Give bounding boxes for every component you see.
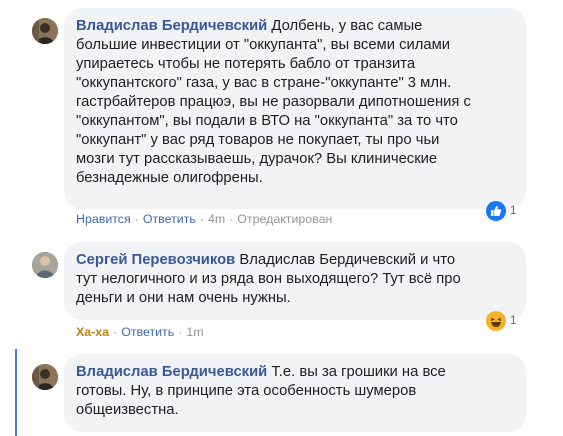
comment-actions: Нравится · Ответить · 4m · Отредактирован xyxy=(76,212,332,226)
comment-bubble: Сергей Перевозчиков Владислав Бердичевск… xyxy=(64,242,526,320)
comment: Владислав Бердичевский Т.е. вы за грошик… xyxy=(0,352,563,436)
comment-author[interactable]: Владислав Бердичевский xyxy=(76,18,267,34)
comment-text-line: готовы. Ну, в принципе эта особенность ш… xyxy=(76,383,417,399)
avatar[interactable] xyxy=(32,252,58,278)
haha-reaction-link[interactable]: Ха-ха xyxy=(76,325,109,339)
haha-icon xyxy=(486,311,506,331)
reaction-count[interactable]: 1 xyxy=(486,200,516,222)
comment-text-line: "оккупантского" газа, у вас в стране-"ок… xyxy=(76,75,452,91)
reaction-count[interactable]: 1 xyxy=(486,310,516,332)
comment-text-line: общеизвестна. xyxy=(76,402,179,418)
comment-bubble: Владислав Бердичевский Т.е. вы за грошик… xyxy=(64,354,526,432)
comment-text-line: безнадежные олигофрены. xyxy=(76,170,263,186)
comment-bubble: Владислав Бердичевский Долбень, у вас са… xyxy=(64,8,526,209)
avatar[interactable] xyxy=(32,364,58,390)
comment-text-line: "оккупант" у вас ряд товаров не покупает… xyxy=(76,132,440,148)
comment-text-line: "оккупантом", вы подали в ВТО на "оккупа… xyxy=(76,113,458,129)
reply-link[interactable]: Ответить xyxy=(143,212,196,226)
avatar[interactable] xyxy=(32,18,58,44)
comment-text-line: тут нелогичного и из ряда вон выходящего… xyxy=(76,271,461,287)
comment: Владислав Бердичевский Долбень, у вас са… xyxy=(0,0,563,232)
comment-actions: Ха-ха · Ответить · 1m xyxy=(76,325,204,339)
separator: · xyxy=(134,212,139,226)
comment-author[interactable]: Владислав Бердичевский xyxy=(76,364,267,380)
edited-label[interactable]: Отредактирован xyxy=(237,212,332,226)
timestamp[interactable]: 4m xyxy=(208,212,225,226)
comment: Сергей Перевозчиков Владислав Бердичевск… xyxy=(0,240,563,350)
comment-text-line: Долбень, у вас самые xyxy=(267,18,423,34)
timestamp[interactable]: 1m xyxy=(186,325,203,339)
comment-text-line: мозги тут рассказываешь, дурачок? Вы кли… xyxy=(76,151,438,167)
comment-text-line: Владислав Бердичевский и что xyxy=(235,252,456,268)
comment-text-line: упираетесь чтобы не потерять бабло от тр… xyxy=(76,56,416,72)
reaction-count-text: 1 xyxy=(510,205,517,217)
comment-text-line: гастрбайтеров працюэ, вы не разорвали ди… xyxy=(76,94,471,110)
comment-text-line: деньги и они нам очень нужны. xyxy=(76,290,291,306)
like-icon xyxy=(486,201,506,221)
separator: · xyxy=(229,212,234,226)
separator: · xyxy=(113,325,118,339)
separator: · xyxy=(178,325,183,339)
comment-text-line: большие инвестиции от "оккупанта", вы вс… xyxy=(76,37,451,53)
comment-text-line: Т.е. вы за грошики на все xyxy=(267,364,446,380)
like-link[interactable]: Нравится xyxy=(76,212,131,226)
reaction-count-text: 1 xyxy=(510,315,517,327)
comment-author[interactable]: Сергей Перевозчиков xyxy=(76,252,235,268)
reply-link[interactable]: Ответить xyxy=(121,325,174,339)
separator: · xyxy=(199,212,204,226)
